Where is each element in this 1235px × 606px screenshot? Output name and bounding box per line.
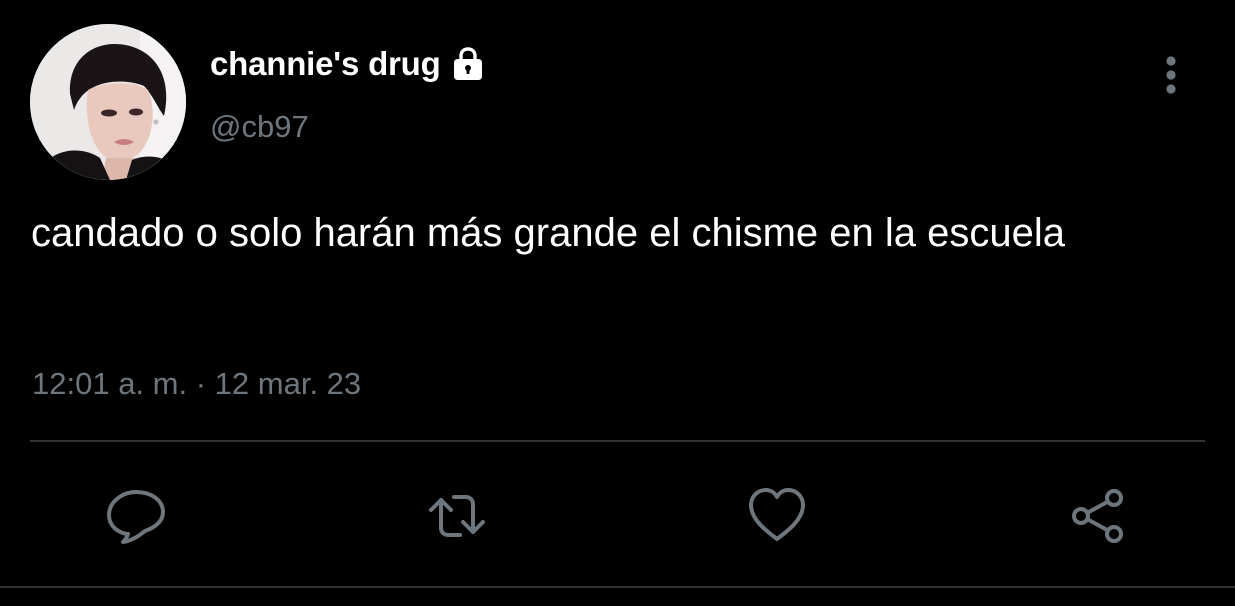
author-display-name[interactable]: channie's drug [210,45,441,83]
reply-button[interactable] [106,486,166,546]
more-options-button[interactable] [1154,52,1188,100]
heart-icon [749,488,805,541]
tweet-date[interactable]: 12 mar. 23 [215,366,361,401]
timestamp-separator: · [195,366,207,401]
avatar[interactable] [30,24,186,180]
tweet-time[interactable]: 12:01 a. m. [32,366,187,401]
tweet-text: candado o solo harán más grande el chism… [31,211,1065,255]
like-button[interactable] [747,486,807,546]
tweet-timestamp: 12:01 a. m. · 12 mar. 23 [32,366,361,402]
divider [0,586,1235,588]
reply-icon [107,490,165,544]
share-button[interactable] [1068,486,1128,546]
author-name-row: channie's drug [210,42,486,86]
retweet-button[interactable] [427,486,487,546]
divider [30,440,1205,442]
avatar-image [30,24,186,180]
author-handle[interactable]: @cb97 [210,109,309,145]
lock-icon [450,46,486,82]
tweet-detail: channie's drug @cb97 candado o solo hará… [0,0,1235,606]
retweet-icon [429,495,485,537]
share-icon [1072,489,1123,543]
more-vertical-icon [1166,56,1176,94]
